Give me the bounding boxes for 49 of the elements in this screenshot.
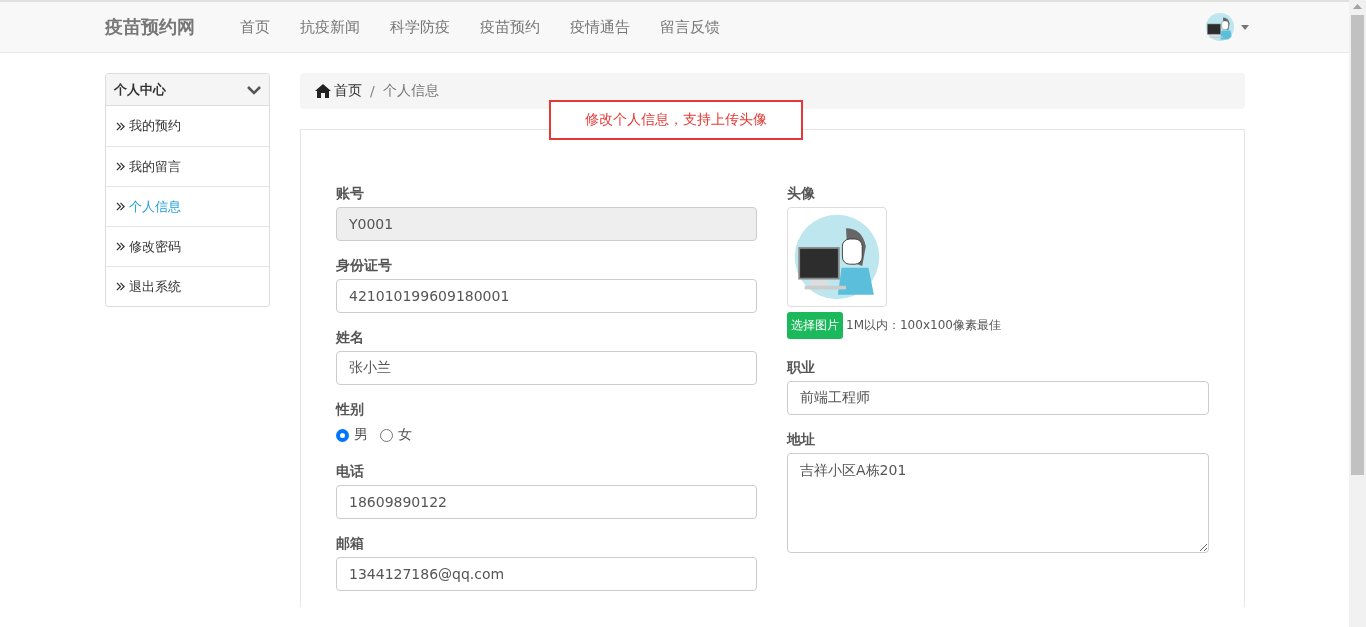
field-label: 职业 [787, 359, 816, 375]
sidebar-item[interactable]: 我的留言 [106, 146, 269, 186]
radio-label: 女 [398, 426, 412, 444]
breadcrumb-link[interactable]: 个人信息 [382, 82, 439, 100]
user-avatar-icon[interactable] [1205, 12, 1235, 42]
radio-button[interactable] [336, 428, 349, 442]
field-label: 账号 [336, 185, 365, 201]
sidebar-header[interactable]: 个人中心 [106, 74, 269, 106]
sidebar-item[interactable]: 我的预约 [106, 106, 269, 146]
sidebar-title: 个人中心 [114, 80, 166, 99]
home-icon [315, 84, 331, 98]
caret-icon[interactable] [1241, 24, 1249, 30]
input-field[interactable]: 18609890122 [336, 485, 757, 519]
sidebar-item[interactable]: 修改密码 [106, 226, 269, 266]
upload-hint: 1M以内：100x100像素最佳 [846, 317, 1001, 334]
input-field[interactable]: 421010199609180001 [336, 279, 757, 313]
field-label: 地址 [787, 431, 816, 447]
input-field[interactable]: 前端工程师 [787, 381, 1209, 415]
annotation-callout: 修改个人信息，支持上传头像 [549, 100, 803, 140]
nav-link[interactable]: 抗疫新闻 [285, 2, 375, 52]
field-label: 电话 [336, 463, 365, 479]
field-label: 邮箱 [336, 535, 365, 551]
field-label: 性别 [336, 401, 365, 417]
nav-link[interactable]: 首页 [225, 2, 285, 52]
radio-label: 男 [354, 426, 368, 444]
scrollbar-thumb[interactable] [1351, 15, 1364, 475]
double-chevron-icon [116, 202, 125, 211]
field-label: 头像 [787, 185, 816, 201]
double-chevron-icon [116, 282, 125, 291]
field-label: 身份证号 [336, 257, 393, 273]
sidebar-item[interactable]: 退出系统 [106, 266, 269, 306]
nav-link[interactable]: 科学防疫 [375, 2, 465, 52]
double-chevron-icon [116, 242, 125, 251]
nav-link[interactable]: 疫情通告 [555, 2, 645, 52]
brand-link[interactable]: 疫苗预约网 [105, 15, 195, 39]
scrollbar[interactable] [1349, 0, 1366, 627]
breadcrumb-link[interactable]: 首页 [315, 82, 362, 100]
input-field[interactable]: 1344127186@qq.com [336, 557, 757, 591]
double-chevron-icon [116, 121, 125, 131]
scroll-up-icon[interactable] [1353, 4, 1362, 9]
breadcrumb-separator: / [370, 83, 375, 99]
input-field[interactable]: 张小兰 [336, 351, 757, 385]
nav-link[interactable]: 留言反馈 [645, 2, 735, 52]
chevron-icon[interactable] [247, 84, 261, 95]
nav-link[interactable]: 疫苗预约 [465, 2, 555, 52]
textarea-field[interactable]: 吉祥小区A栋201 [787, 453, 1209, 553]
avatar-drawing [1205, 12, 1235, 42]
field-label: 姓名 [336, 329, 365, 345]
double-chevron-icon [116, 162, 125, 171]
